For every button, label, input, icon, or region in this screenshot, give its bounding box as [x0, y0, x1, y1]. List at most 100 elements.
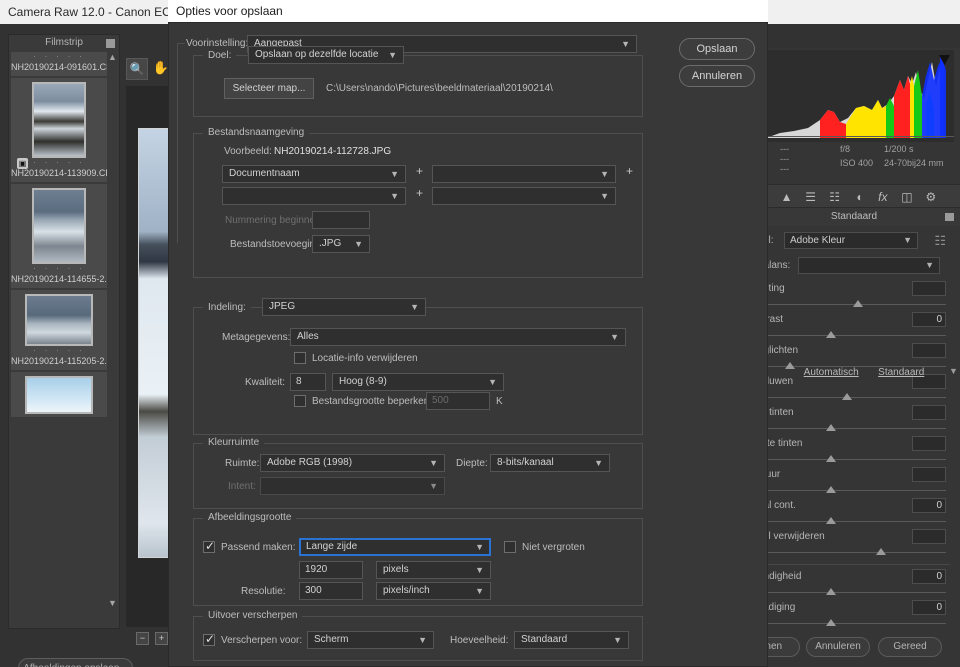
rating-dots[interactable]: · · · · · — [11, 264, 107, 273]
remove-location-label: Locatie-info verwijderen — [312, 353, 418, 364]
numbering-input[interactable] — [312, 211, 370, 229]
slider-value[interactable]: 0 — [912, 312, 946, 327]
filename-token-1-value: Documentnaam — [229, 168, 300, 179]
filename-token-3[interactable]: ▼ — [222, 187, 406, 205]
save-images-button[interactable]: Afbeeldingen opslaan... — [18, 658, 133, 667]
zoom-in-button[interactable]: + — [155, 632, 169, 645]
tab-mixer-icon[interactable]: ☷ — [824, 187, 845, 207]
rating-dots[interactable]: · · · · · — [11, 52, 107, 61]
slider-value[interactable] — [912, 436, 946, 451]
cancel-button[interactable]: Annuleren — [806, 637, 870, 657]
profile-select[interactable]: Adobe Kleur ▼ — [784, 232, 918, 249]
remove-location-checkbox[interactable] — [294, 352, 306, 364]
slider-track[interactable] — [758, 330, 948, 342]
size-input[interactable]: 1920 — [299, 561, 363, 579]
extension-select[interactable]: .JPG ▼ — [312, 235, 370, 253]
resolution-input[interactable]: 300 — [299, 582, 363, 600]
slider-value[interactable] — [912, 467, 946, 482]
list-item[interactable]: ▣ · · · · · NH20190214-113909.CR2 — [11, 78, 107, 182]
whitebalance-select[interactable]: ▼ — [798, 257, 940, 274]
panel-content[interactable]: fiel: Adobe Kleur ▼ ☷ balans: ▼ — [748, 226, 960, 626]
resolution-unit-select[interactable]: pixels/inch ▼ — [376, 582, 491, 600]
rating-dots[interactable]: · · · · · — [11, 346, 107, 355]
slider-value[interactable]: 0 — [912, 498, 946, 513]
exif-aperture: f/8 — [840, 144, 851, 154]
resize-checkbox[interactable] — [203, 539, 215, 553]
slider-track[interactable] — [758, 299, 948, 311]
slider-value[interactable]: 0 — [912, 569, 946, 584]
sharpen-checkbox[interactable] — [203, 632, 215, 646]
amount-select[interactable]: Standaard ▼ — [514, 631, 629, 649]
tab-calibration-icon[interactable]: ◫ — [896, 187, 917, 207]
limit-size-checkbox[interactable] — [294, 395, 306, 407]
list-item[interactable]: · · · · · NH20190214-115205-2.C... — [11, 290, 107, 370]
chevron-down-icon[interactable]: ▼ — [107, 598, 118, 610]
tab-detail-icon[interactable]: ☰ — [800, 187, 821, 207]
list-item[interactable]: · · · · · NH20190214-091601.CR2 — [11, 52, 107, 76]
slider-value[interactable] — [912, 405, 946, 420]
default-link[interactable]: Standaard — [878, 367, 924, 378]
panel-menu-icon[interactable] — [945, 213, 954, 221]
resolution-label: Resolutie: — [241, 586, 286, 597]
select-folder-button[interactable]: Selecteer map... — [224, 78, 314, 99]
highlight-clipping-icon[interactable] — [938, 53, 951, 66]
zoom-out-button[interactable]: − — [136, 632, 149, 645]
cancel-button[interactable]: Annuleren — [679, 65, 755, 87]
slider-track[interactable] — [758, 423, 948, 435]
filmstrip-list[interactable]: · · · · · NH20190214-091601.CR2 ▣ ◈ · · … — [11, 52, 107, 610]
quality-input[interactable]: 8 — [290, 373, 326, 391]
resize-mode-select[interactable]: Lange zijde ▼ — [299, 538, 491, 556]
slider-value[interactable] — [912, 281, 946, 296]
chevron-down-icon: ▼ — [429, 458, 438, 468]
sharpen-target-select[interactable]: Scherm ▼ — [307, 631, 434, 649]
filmstrip-scrollbar[interactable]: ▲ ▼ — [107, 52, 118, 610]
slider-row: ntrast 0 — [758, 312, 950, 330]
depth-select[interactable]: 8-bits/kanaal ▼ — [490, 454, 610, 472]
sharpen-label: Verscherpen voor: — [221, 635, 303, 646]
format-select[interactable]: JPEG ▼ — [262, 298, 426, 316]
slider-track[interactable] — [758, 587, 948, 599]
save-button[interactable]: Opslaan — [679, 38, 755, 60]
tab-grading-icon[interactable]: ◖ — [848, 187, 869, 207]
tab-presets-icon[interactable]: ⚙ — [920, 187, 941, 207]
slider-row: ctuur — [758, 467, 950, 485]
chevron-up-icon[interactable]: ▲ — [107, 52, 118, 64]
filmstrip-grid-icon[interactable] — [106, 39, 115, 48]
size-unit-select[interactable]: pixels ▼ — [376, 561, 491, 579]
chevron-down-icon: ▼ — [600, 191, 609, 201]
slider-track[interactable] — [758, 618, 948, 630]
quality-label: Kwaliteit: — [245, 377, 286, 388]
filename-token-2[interactable]: ▼ — [432, 165, 616, 183]
intent-select[interactable]: ▼ — [260, 477, 445, 495]
chevron-down-icon: ▼ — [429, 481, 438, 491]
list-item[interactable]: · · · · · NH20190214-114655-2.C... — [11, 184, 107, 288]
zoom-icon[interactable]: 🔍 — [126, 58, 148, 80]
filmstrip-header: Filmstrip — [9, 35, 119, 51]
list-item[interactable] — [11, 372, 107, 417]
auto-link[interactable]: Automatisch — [804, 367, 859, 378]
no-enlarge-checkbox[interactable] — [504, 541, 516, 553]
slider-track[interactable] — [758, 454, 948, 466]
tab-curve-icon[interactable]: ▲ — [776, 187, 797, 207]
destination-select[interactable]: Opslaan op dezelfde locatie ▼ — [248, 46, 404, 64]
destination-path: C:\Users\nando\Pictures\beeldmateriaal\2… — [326, 83, 553, 94]
slider-value[interactable]: 0 — [912, 600, 946, 615]
quality-preset-select[interactable]: Hoog (8-9) ▼ — [332, 373, 504, 391]
slider-track[interactable] — [758, 516, 948, 528]
filename-token-1[interactable]: Documentnaam ▼ — [222, 165, 406, 183]
profile-browser-icon[interactable]: ☷ — [934, 234, 946, 247]
tab-fx-icon[interactable]: fx — [872, 187, 893, 207]
slider-track[interactable] — [758, 547, 948, 559]
slider-value[interactable] — [912, 529, 946, 544]
limit-size-unit: K — [496, 396, 503, 407]
slider-value[interactable] — [912, 343, 946, 358]
slider-track[interactable] — [758, 392, 948, 404]
limit-size-input[interactable]: 500 — [426, 392, 490, 410]
slider-row: vel verwijderen — [758, 529, 950, 547]
filename-token-4[interactable]: ▼ — [432, 187, 616, 205]
space-select[interactable]: Adobe RGB (1998) ▼ — [260, 454, 445, 472]
slider-track[interactable] — [758, 485, 948, 497]
list-item-label: NH20190214-114655-2.C... — [11, 274, 107, 284]
done-button[interactable]: Gereed — [878, 637, 942, 657]
metadata-select[interactable]: Alles ▼ — [290, 328, 626, 346]
